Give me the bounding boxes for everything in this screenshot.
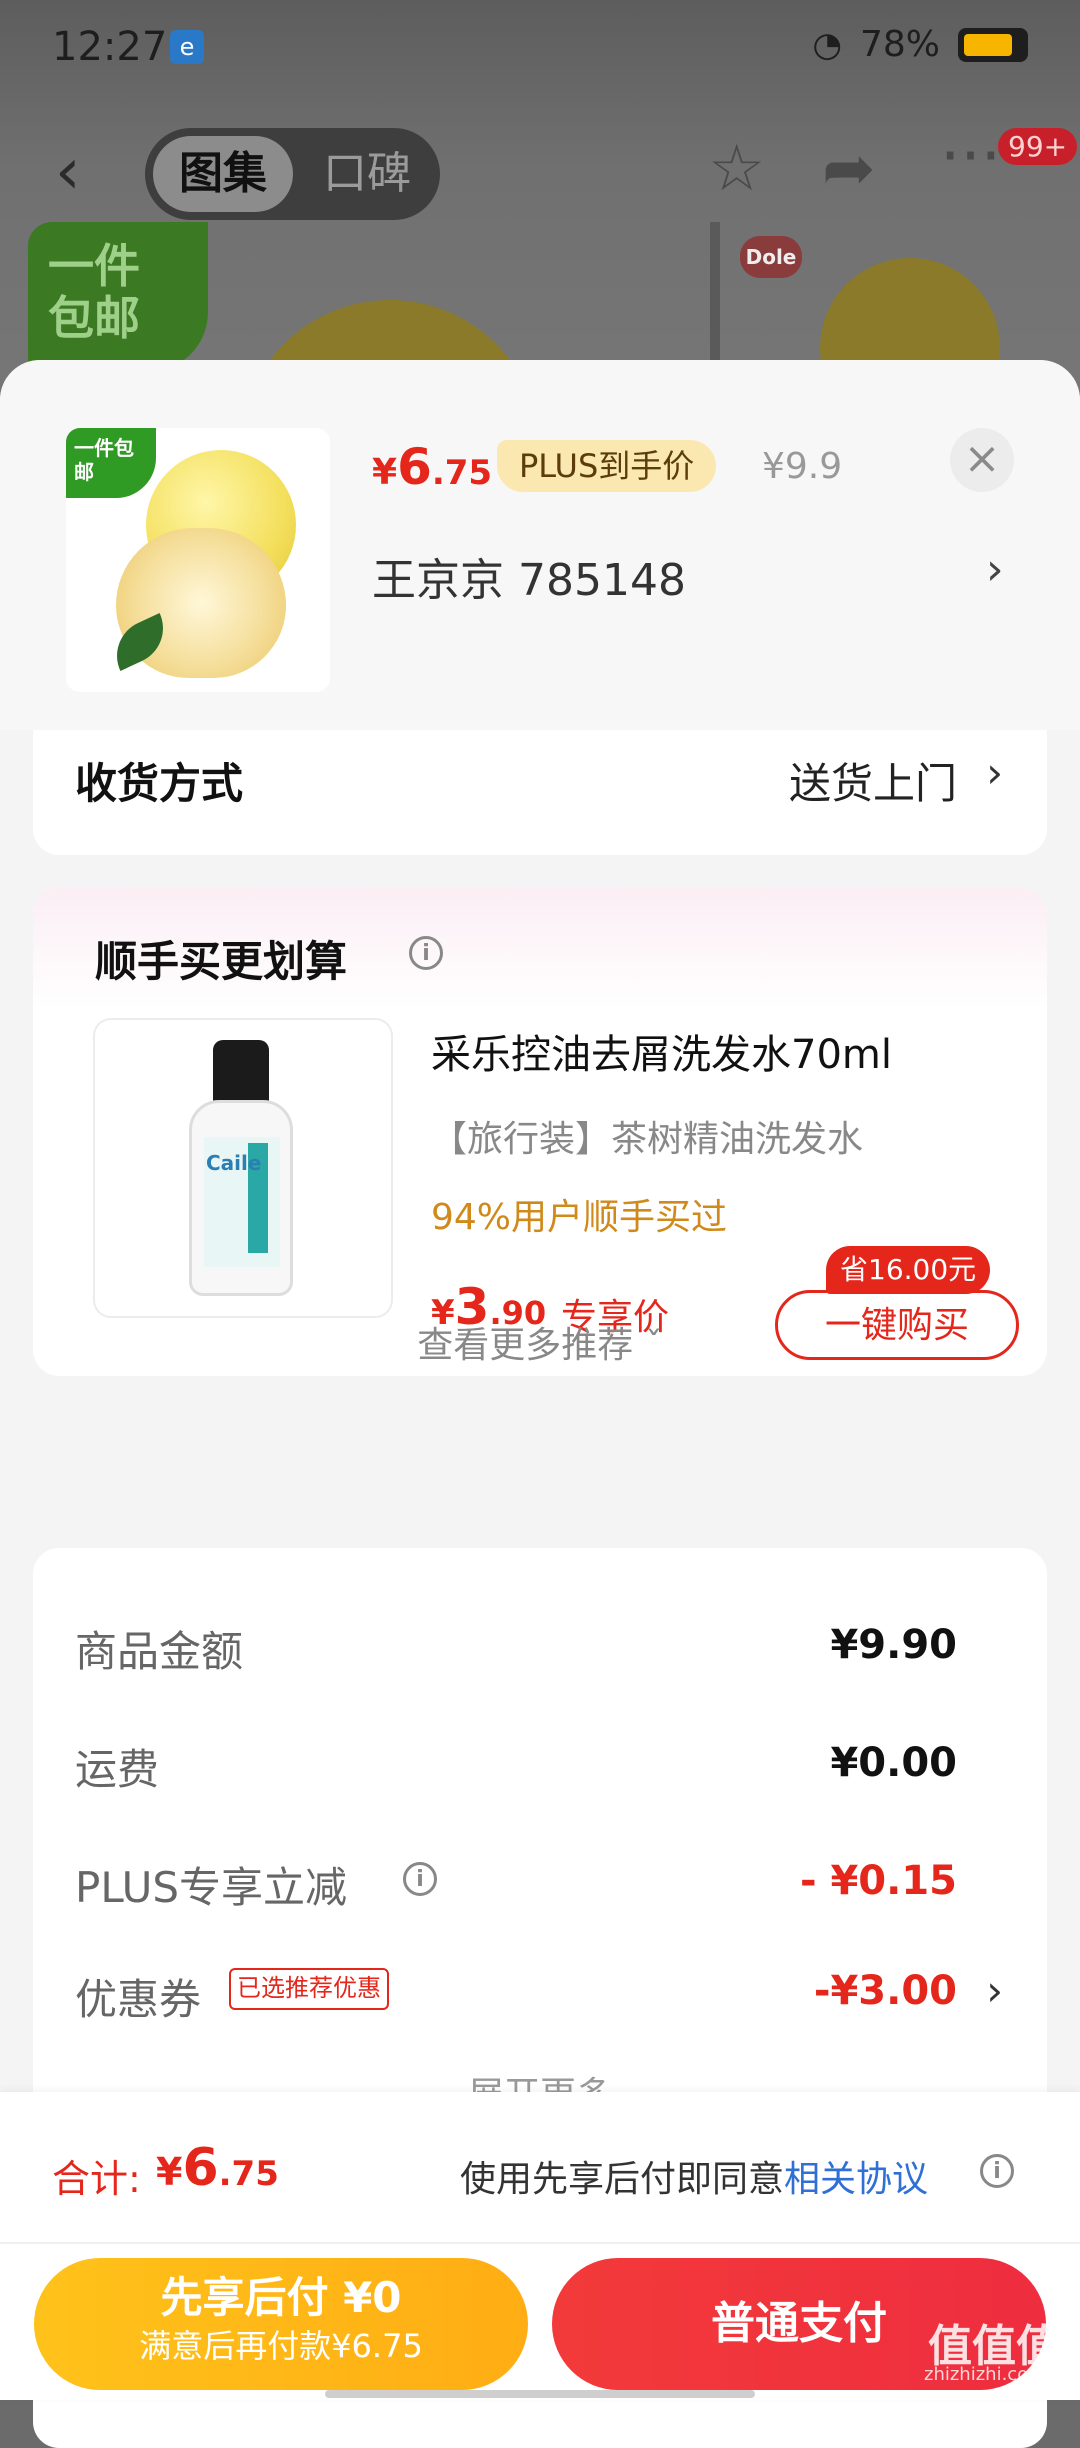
plus-price-badge: PLUS到手价 bbox=[497, 440, 717, 492]
plus-price: ¥6.75 bbox=[372, 438, 493, 496]
status-bar: 12:27 e ◔ 78% bbox=[0, 0, 1080, 110]
wifi-icon: ◔ bbox=[812, 24, 842, 65]
info-icon[interactable]: i bbox=[403, 1862, 437, 1896]
coupon-recommended-tag: 已选推荐优惠 bbox=[229, 1968, 389, 2010]
agreement-link[interactable]: 相关协议 bbox=[784, 2159, 928, 2200]
summary-value-subtotal: ¥9.90 bbox=[830, 1622, 957, 1668]
summary-label-subtotal: 商品金额 bbox=[75, 1627, 244, 1676]
summary-value-shipping: ¥0.00 bbox=[830, 1740, 957, 1786]
purchase-stat: 94%用户顺手买过 bbox=[431, 1197, 728, 1238]
total-amount: ¥6.75 bbox=[156, 2138, 279, 2198]
total-label: 合计: bbox=[52, 2157, 141, 2201]
delivery-method-value: 送货上门 bbox=[788, 759, 957, 808]
watermark-url: zhizhizhi.com bbox=[924, 2364, 1046, 2385]
more-recommendations-link[interactable]: 查看更多推荐 ˇ bbox=[33, 1316, 1047, 1368]
recommendation-title: 顺手买更划算 bbox=[95, 937, 348, 986]
bottle-body-shape: Caile bbox=[189, 1100, 293, 1296]
battery-percent: 78% bbox=[859, 24, 940, 65]
summary-value-plus-discount: - ¥0.15 bbox=[799, 1858, 957, 1904]
close-button[interactable]: × bbox=[950, 428, 1014, 492]
recommended-product-name[interactable]: 采乐控油去屑洗发水70ml bbox=[431, 1022, 892, 1080]
pay-later-label: 先享后付 ¥0 bbox=[160, 2273, 402, 2322]
home-indicator[interactable] bbox=[325, 2390, 755, 2398]
original-price: ¥9.9 bbox=[762, 446, 843, 487]
savings-badge: 省16.00元 bbox=[826, 1246, 991, 1294]
summary-value-coupon[interactable]: -¥3.00 bbox=[814, 1968, 957, 2014]
shipping-address[interactable]: 王京京 785148 bbox=[372, 544, 686, 608]
chevron-right-icon[interactable]: › bbox=[986, 1966, 1003, 2015]
background-shipping-tag: 一件 包邮 bbox=[28, 222, 208, 372]
background-product-page: 12:27 e ◔ 78% ‹ 图集 口碑 ☆ ➦ ··· 99+ 一件 包邮 … bbox=[0, 0, 1080, 460]
pay-later-button[interactable]: 先享后付 ¥0 满意后再付款¥6.75 bbox=[34, 2258, 528, 2390]
payment-bar: 合计: ¥6.75 使用先享后付即同意相关协议 i 先享后付 ¥0 满意后再付款… bbox=[0, 2092, 1080, 2400]
chevron-right-icon[interactable]: › bbox=[986, 544, 1004, 595]
app-notification-icon: e bbox=[170, 30, 204, 64]
summary-label-shipping: 运费 bbox=[75, 1745, 160, 1794]
star-icon[interactable]: ☆ bbox=[708, 132, 765, 206]
cart-badge: 99+ bbox=[998, 128, 1078, 165]
battery-icon bbox=[958, 27, 1028, 62]
share-icon[interactable]: ➦ bbox=[822, 132, 876, 206]
tab-reviews[interactable]: 口碑 bbox=[305, 136, 429, 212]
recommended-product-image[interactable]: Caile bbox=[93, 1018, 393, 1318]
thumbnail-shipping-tag: 一件包邮 bbox=[66, 428, 156, 498]
tab-gallery[interactable]: 图集 bbox=[153, 136, 293, 212]
info-icon[interactable]: i bbox=[409, 936, 443, 970]
product-thumbnail: 一件包邮 bbox=[66, 428, 330, 692]
delivery-method-row[interactable]: 收货方式 送货上门 › bbox=[33, 730, 1047, 855]
summary-label-coupon[interactable]: 优惠券 bbox=[75, 1966, 201, 2027]
agreement-text: 使用先享后付即同意相关协议 bbox=[460, 2159, 929, 2200]
status-right: ◔ 78% bbox=[812, 24, 1028, 65]
bottle-cap-shape bbox=[213, 1040, 269, 1106]
more-icon[interactable]: ··· bbox=[940, 120, 1001, 194]
bundle-recommendation-card: 顺手买更划算 i Caile 采乐控油去屑洗发水70ml 【旅行装】茶树精油洗发… bbox=[33, 888, 1047, 1376]
pay-later-sublabel: 满意后再付款¥6.75 bbox=[139, 2327, 423, 2365]
background-brand-logo: Dole bbox=[740, 236, 802, 278]
divider bbox=[0, 2242, 1080, 2244]
info-icon[interactable]: i bbox=[980, 2154, 1014, 2188]
sheet-header: 一件包邮 ¥6.75 PLUS到手价 ¥9.9 × 王京京 785148 › bbox=[0, 360, 1080, 730]
summary-label-plus-discount: PLUS专享立减 bbox=[75, 1863, 348, 1912]
chevron-right-icon: › bbox=[986, 748, 1003, 797]
delivery-method-label: 收货方式 bbox=[75, 759, 244, 808]
status-time: 12:27 bbox=[52, 24, 168, 70]
bottle-brand-text: Caile bbox=[206, 1151, 262, 1175]
recommended-product-subtitle: 【旅行装】茶树精油洗发水 bbox=[431, 1119, 864, 1160]
back-icon[interactable]: ‹ bbox=[55, 140, 81, 204]
gallery-tabs: 图集 口碑 bbox=[145, 128, 440, 220]
